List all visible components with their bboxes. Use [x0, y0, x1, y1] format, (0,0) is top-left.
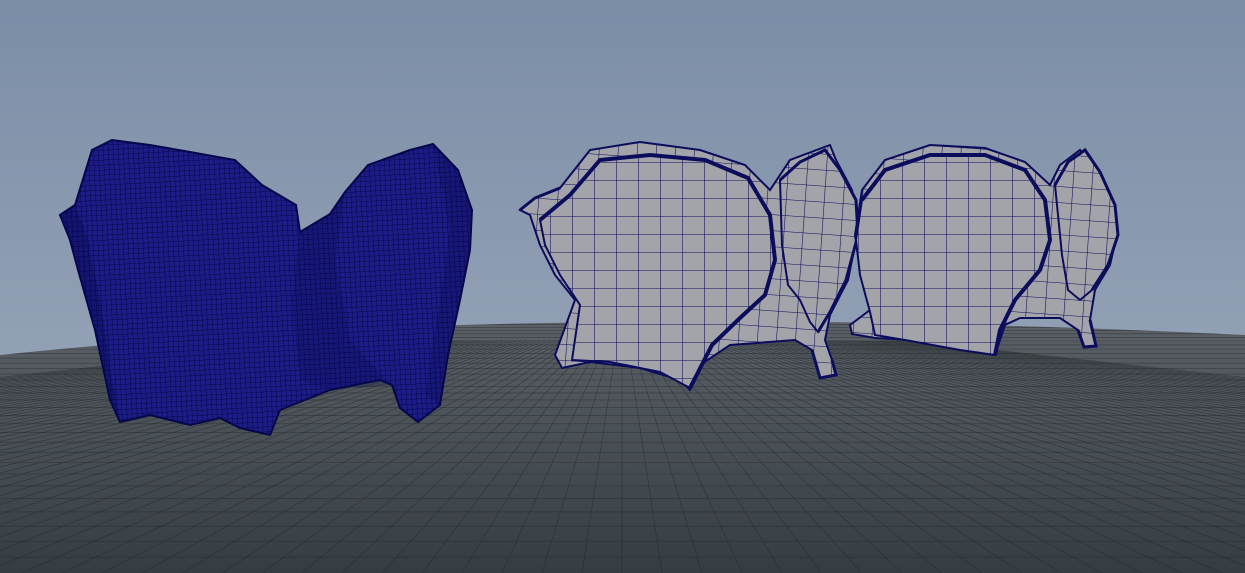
3d-viewport[interactable] [0, 0, 1245, 573]
low-poly-armor-piece-2[interactable] [848, 143, 1120, 357]
viewport-canvas[interactable] [0, 0, 1245, 573]
